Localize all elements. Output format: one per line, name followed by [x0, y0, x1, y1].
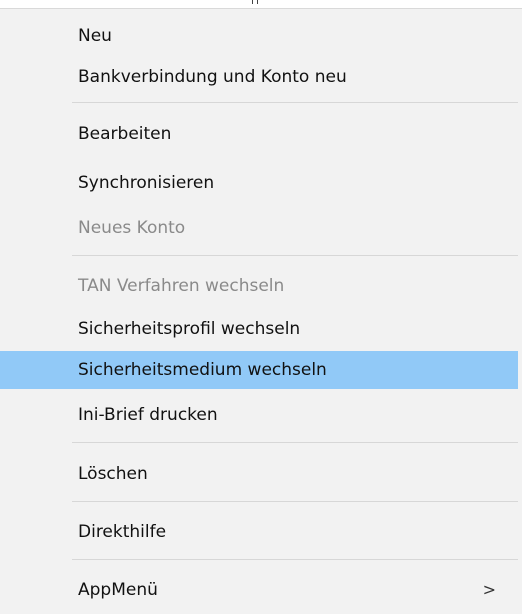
menu-separator: [72, 501, 518, 502]
menu-separator: [72, 255, 518, 256]
menu-item-tan-verfahren-wechseln: TAN Verfahren wechseln: [78, 276, 285, 296]
menu-item-bearbeiten[interactable]: Bearbeiten: [0, 115, 518, 153]
chevron-right-icon: >: [482, 580, 496, 599]
menu-item-bankverbindung-und-konto-neu[interactable]: Bankverbindung und Konto neu: [0, 58, 518, 96]
context-menu: Neu Bankverbindung und Konto neu Bearbei…: [0, 8, 522, 614]
menu-item-neu[interactable]: Neu: [0, 17, 518, 55]
menu-item-direkthilfe[interactable]: Direkthilfe: [0, 513, 518, 551]
menu-anchor-notch: [252, 0, 258, 4]
menu-item-loeschen[interactable]: Löschen: [0, 455, 518, 493]
menu-item-neues-konto: Neues Konto: [78, 218, 186, 238]
menu-item-appmenue-label: AppMenü: [78, 580, 158, 600]
menu-item-synchronisieren[interactable]: Synchronisieren: [0, 164, 518, 202]
menu-item-sicherheitsprofil-wechseln[interactable]: Sicherheitsprofil wechseln: [0, 310, 518, 348]
menu-separator: [72, 559, 518, 560]
menu-separator: [72, 102, 518, 103]
menu-item-ini-brief-drucken[interactable]: Ini-Brief drucken: [0, 396, 518, 434]
menu-item-sicherheitsmedium-wechseln[interactable]: Sicherheitsmedium wechseln: [0, 351, 518, 389]
menu-item-appmenue[interactable]: AppMenü >: [0, 571, 518, 609]
menu-separator: [72, 442, 518, 443]
